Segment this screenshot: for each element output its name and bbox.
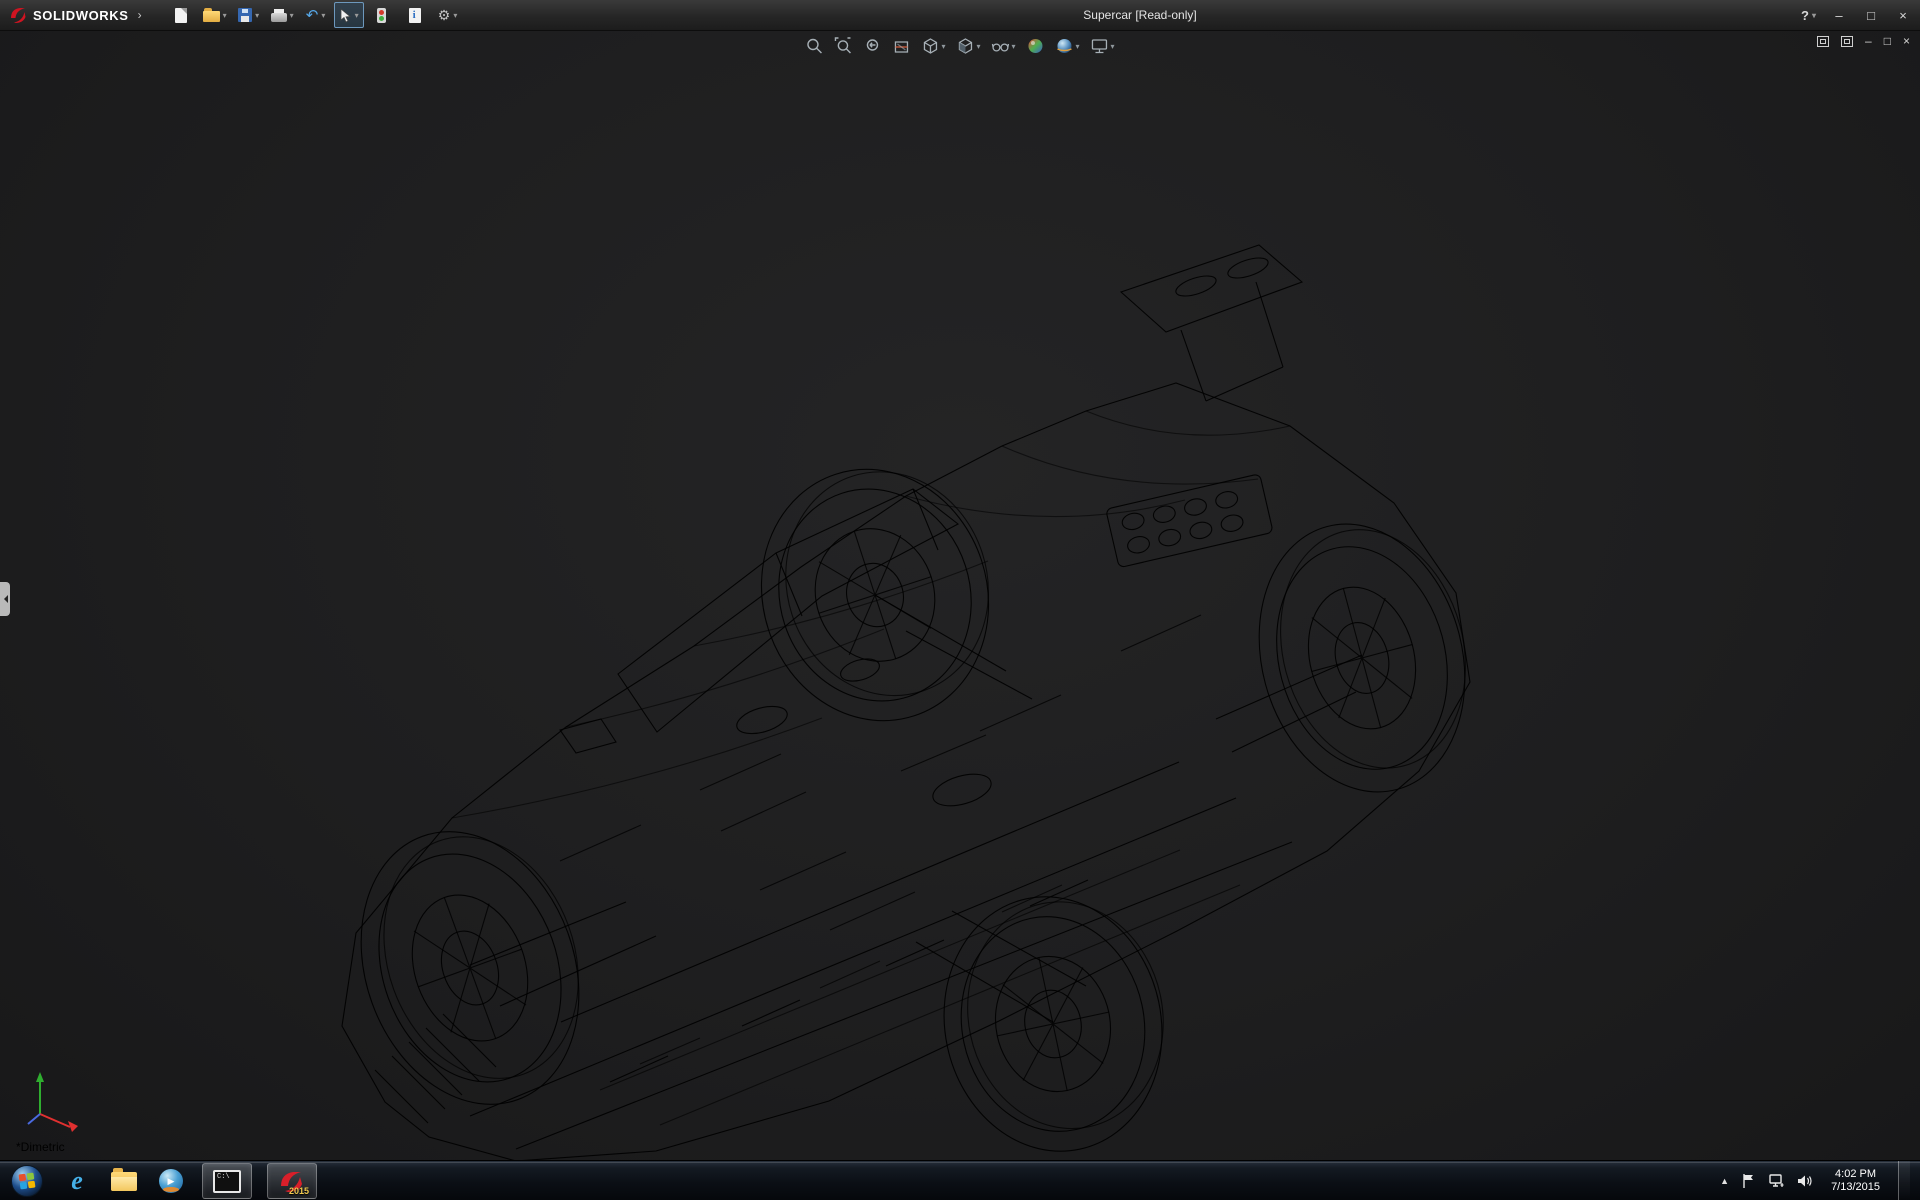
graphics-viewport[interactable]: – □ × *Dimetric [0,30,1920,1160]
desktop: SOLIDWORKS › Supercar [Read-only] ? – □ … [0,0,1920,1200]
open-button[interactable] [199,2,231,28]
print-icon [271,13,287,22]
solidworks-app-icon: 2015 [277,1168,307,1194]
windows-orb-icon [10,1164,44,1198]
edit-appearance-button[interactable] [1025,35,1047,57]
hide-show-items-glasses-icon [991,37,1009,55]
new-document-button[interactable] [166,2,196,28]
feature-manager-collapsed-tab[interactable] [0,582,10,616]
internet-explorer-icon: e [71,1168,83,1194]
open-folder-icon [203,11,220,22]
solidworks-taskbar-button[interactable]: 2015 [267,1163,317,1199]
window-controls: ? – □ × [1801,0,1912,30]
app-title: Supercar [Read-only] [1083,8,1196,22]
media-player-icon [159,1169,183,1193]
zoom-to-area-icon [834,37,852,55]
coordinate-triad [18,1062,98,1142]
zoom-to-fit-button[interactable] [803,35,825,57]
apply-scene-sphere-icon [1056,37,1074,55]
heads-up-view-toolbar [803,34,1116,58]
solidworks-logo-group[interactable]: SOLIDWORKS › [0,5,152,25]
network-icon[interactable] [1769,1173,1785,1189]
volume-icon[interactable] [1797,1173,1813,1189]
print-button[interactable] [267,2,298,28]
previous-view-icon [863,37,881,55]
windows-taskbar: e 2015 ▲ [0,1160,1920,1200]
minimize-button[interactable]: – [1830,8,1848,23]
display-style-button[interactable] [954,35,982,57]
zoom-to-area-button[interactable] [832,35,854,57]
zoom-to-fit-icon [805,37,823,55]
clock-time: 4:02 PM [1831,1168,1880,1181]
solidworks-logo-icon [8,5,28,25]
windows-explorer-folder-icon [111,1172,137,1191]
maximize-button[interactable]: □ [1862,8,1880,23]
section-view-button[interactable] [890,35,912,57]
action-center-flag-icon[interactable] [1741,1173,1757,1189]
rebuild-icon [377,8,386,23]
wireframe-car-model [0,30,1920,1160]
windows-explorer-button[interactable] [108,1164,140,1198]
titlebar[interactable]: SOLIDWORKS › Supercar [Read-only] ? – □ … [0,0,1920,31]
hide-show-items-button[interactable] [989,35,1017,57]
help-button[interactable]: ? [1801,8,1816,23]
apply-scene-button[interactable] [1054,35,1082,57]
wheel-front-left [324,800,618,1135]
wheel-rear-left [729,439,1023,751]
doc-control-icon-1[interactable] [1817,36,1829,47]
edit-appearance-sphere-icon [1027,37,1045,55]
save-button[interactable] [234,2,264,28]
media-player-button[interactable] [155,1164,187,1198]
file-properties-icon [409,8,421,23]
show-desktop-button[interactable] [1898,1161,1910,1200]
previous-view-button[interactable] [861,35,883,57]
doc-minimize-button[interactable]: – [1865,35,1872,47]
new-document-icon [175,8,187,23]
wheel-front-right [921,876,1188,1160]
section-view-icon [892,37,910,55]
options-gear-icon [438,8,451,22]
taskbar-items: e 2015 [0,1162,317,1200]
menu-expand-chevron[interactable]: › [134,8,146,22]
close-button[interactable]: × [1894,8,1912,23]
doc-control-icon-2[interactable] [1841,36,1853,47]
view-orientation-label: *Dimetric [16,1140,65,1154]
start-button[interactable] [8,1162,46,1200]
file-properties-button[interactable] [400,2,430,28]
view-orientation-button[interactable] [919,35,947,57]
brand-label: SOLIDWORKS [33,8,129,23]
undo-button[interactable] [301,2,331,28]
undo-icon [306,8,319,23]
options-button[interactable] [433,2,463,28]
doc-close-button[interactable]: × [1903,35,1910,47]
clock-date: 7/13/2015 [1831,1181,1880,1194]
doc-restore-button[interactable]: □ [1884,35,1891,47]
rebuild-button[interactable] [367,2,397,28]
display-style-icon [956,37,974,55]
standard-toolbar [166,2,463,28]
wheel-rear-right [1230,500,1496,815]
select-cursor-icon [339,8,352,23]
system-tray: ▲ 4:02 PM 7/13/2015 [1720,1161,1910,1200]
select-button[interactable] [334,2,364,28]
internet-explorer-button[interactable]: e [61,1164,93,1198]
tray-expand-button[interactable]: ▲ [1720,1176,1729,1186]
taskbar-clock[interactable]: 4:02 PM 7/13/2015 [1825,1168,1886,1194]
view-settings-icon [1091,37,1109,55]
view-orientation-cube-icon [921,37,939,55]
car-body-outline [342,383,1470,1160]
document-window-controls: – □ × [1817,35,1910,47]
command-prompt-icon [213,1170,241,1193]
command-prompt-button[interactable] [202,1163,252,1199]
save-icon [238,8,252,22]
view-settings-button[interactable] [1089,35,1117,57]
solidworks-version-badge: 2015 [289,1186,309,1196]
